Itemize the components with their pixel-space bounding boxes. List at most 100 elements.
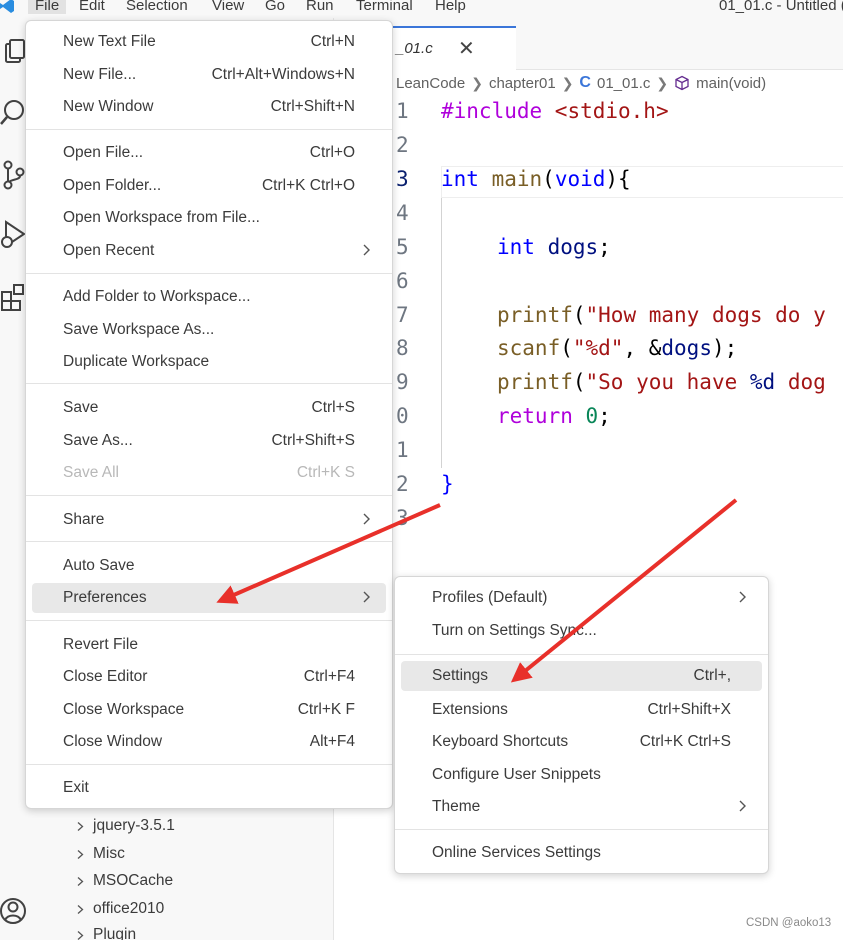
menu-item-label: Open Folder... [63,177,162,194]
chevron-right-icon: ❯ [471,74,483,91]
menu-view[interactable]: View [212,0,244,14]
menu-item-revert-file[interactable]: Revert File [32,630,386,660]
menu-item-save-workspace-as[interactable]: Save Workspace As... [32,315,386,345]
code-token: printf [497,370,573,394]
menu-selection[interactable]: Selection [126,0,188,14]
menu-item-open-workspace[interactable]: Open Workspace from File... [32,203,386,233]
breadcrumb-item[interactable]: 01_01.c [597,75,650,92]
menu-item-label: Save All [63,464,120,481]
code-token: ( [560,336,573,360]
menu-item-profiles[interactable]: Profiles (Default) [401,583,762,613]
menu-item-label: Open Workspace from File... [63,209,260,226]
code-token: int [497,235,535,259]
code-token: printf [497,303,573,327]
code-line: printf("How many dogs do y [497,303,826,327]
menu-item-new-file[interactable]: New File... Ctrl+Alt+Windows+N [32,60,386,90]
code-token: #include [441,99,543,123]
menu-separator [26,541,392,542]
code-editor[interactable]: 1 2 3 4 5 6 7 8 9 0 1 2 3 #include <stdi… [334,96,843,536]
menu-item-extensions[interactable]: Extensions Ctrl+Shift+X [401,695,762,725]
tree-item-label: Misc [93,845,125,862]
chevron-right-icon [363,591,370,603]
code-line: #include <stdio.h> [441,99,669,123]
chevron-right-icon [77,876,84,886]
breadcrumb-item[interactable]: LeanCode [396,75,465,92]
menu-item-open-recent[interactable]: Open Recent [32,236,386,266]
code-token: int [441,167,479,191]
code-token: dogs [661,336,712,360]
tree-item-folder[interactable]: MSOCache [76,869,173,893]
menu-item-open-file[interactable]: Open File... Ctrl+O [32,138,386,168]
menu-item-new-window[interactable]: New Window Ctrl+Shift+N [32,92,386,122]
close-icon[interactable]: ✕ [458,36,475,61]
tree-item-folder[interactable]: jquery-3.5.1 [76,814,175,838]
menu-item-settings[interactable]: Settings Ctrl+, [401,661,762,691]
menu-item-close-window[interactable]: Close Window Alt+F4 [32,727,386,757]
menu-go[interactable]: Go [265,0,285,14]
line-number: 2 [396,472,409,496]
account-icon[interactable] [0,894,28,928]
menu-item-duplicate-workspace[interactable]: Duplicate Workspace [32,347,386,377]
menu-item-save-as[interactable]: Save As... Ctrl+Shift+S [32,426,386,456]
menu-item-close-workspace[interactable]: Close Workspace Ctrl+K F [32,695,386,725]
menu-item-save[interactable]: Save Ctrl+S [32,393,386,423]
menu-item-preferences[interactable]: Preferences [32,583,386,613]
menu-item-share[interactable]: Share [32,505,386,535]
tree-item-folder[interactable]: Misc [76,842,125,866]
menu-item-keyboard-shortcuts[interactable]: Keyboard Shortcuts Ctrl+K Ctrl+S [401,727,762,757]
search-icon[interactable] [0,96,28,130]
chevron-right-icon [739,800,746,812]
menu-item-label: Theme [432,798,481,815]
line-number: 6 [396,269,409,293]
code-token: scanf [497,336,561,360]
indent-guide [441,198,442,468]
menu-item-exit[interactable]: Exit [32,773,386,803]
line-number: 1 [396,438,409,462]
code-token: "So you have [585,370,750,394]
menu-item-shortcut: Ctrl+S [311,399,356,416]
menu-item-open-folder[interactable]: Open Folder... Ctrl+K Ctrl+O [32,171,386,201]
menu-item-label: Close Window [63,733,163,750]
breadcrumb-item[interactable]: main(void) [696,75,766,92]
editor-tab[interactable]: _01.c ✕ [390,26,516,71]
tree-item-label: office2010 [93,900,165,917]
menu-item-shortcut: Ctrl+K Ctrl+O [261,177,355,194]
menu-separator [26,129,392,130]
menu-item-close-editor[interactable]: Close Editor Ctrl+F4 [32,662,386,692]
tree-item-folder[interactable]: Plugin [76,923,136,940]
menu-item-add-folder[interactable]: Add Folder to Workspace... [32,282,386,312]
menu-item-label: Save [63,399,99,416]
menu-item-label: Open File... [63,144,144,161]
menu-item-label: Preferences [63,589,147,606]
extensions-icon[interactable] [0,280,28,314]
menu-item-user-snippets[interactable]: Configure User Snippets [401,760,762,790]
menu-help[interactable]: Help [435,0,466,14]
menu-edit[interactable]: Edit [79,0,105,14]
source-control-icon[interactable] [0,158,28,192]
tree-item-folder[interactable]: office2010 [76,897,164,921]
code-token: ); [711,336,738,360]
menu-run[interactable]: Run [306,0,334,14]
menu-item-shortcut: Ctrl+O [309,144,355,161]
explorer-icon[interactable] [0,36,28,70]
menu-terminal[interactable]: Terminal [356,0,413,14]
menu-item-auto-save[interactable]: Auto Save [32,551,386,581]
breadcrumb: LeanCode ❯ chapter01 ❯ C 01_01.c ❯ main(… [396,72,766,94]
c-file-icon: C [579,74,591,91]
menu-separator [26,620,392,621]
menu-item-online-services[interactable]: Online Services Settings [401,838,762,868]
menu-item-theme[interactable]: Theme [401,792,762,822]
menu-file[interactable]: File [28,0,66,14]
menu-item-new-text-file[interactable]: New Text File Ctrl+N [32,27,386,57]
menu-item-shortcut: Ctrl+F4 [303,668,355,685]
menu-item-save-all: Save All Ctrl+K S [32,458,386,488]
menu-separator [26,495,392,496]
menu-item-label: Online Services Settings [432,844,601,861]
code-line: printf("So you have %d dog [497,370,826,394]
menu-item-settings-sync[interactable]: Turn on Settings Sync... [401,616,762,646]
code-token: <stdio.h> [542,99,669,123]
run-debug-icon[interactable] [0,218,28,252]
code-line: return 0; [497,404,611,428]
breadcrumb-item[interactable]: chapter01 [489,75,556,92]
